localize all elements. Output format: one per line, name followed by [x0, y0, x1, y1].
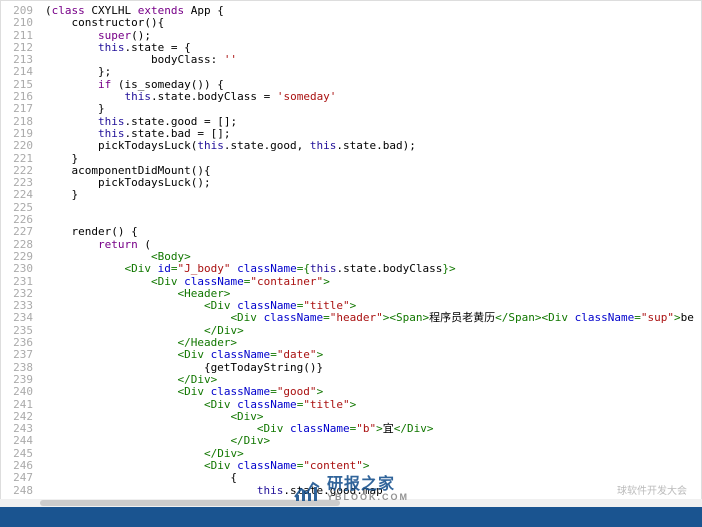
chart-icon — [293, 479, 321, 501]
line-number: 248 — [1, 485, 33, 497]
watermark-text: 研报之家 YBLOOK.COM — [327, 477, 409, 502]
line-number: 220 — [1, 140, 33, 152]
line-number: 221 — [1, 153, 33, 165]
bottom-right-text: 球软件开发大会 — [617, 482, 687, 497]
code-line: pickTodaysLuck(); — [45, 177, 701, 189]
code-line: this.state.bodyClass = 'someday' — [45, 91, 701, 103]
line-number-gutter: 2092102112122132142152162172182192202212… — [1, 1, 41, 501]
line-number: 230 — [1, 263, 33, 275]
line-number: 227 — [1, 226, 33, 238]
line-number: 247 — [1, 472, 33, 484]
code-editor: 2092102112122132142152162172182192202212… — [0, 0, 702, 527]
line-number: 237 — [1, 349, 33, 361]
watermark: 研报之家 YBLOOK.COM — [293, 477, 409, 502]
line-number: 210 — [1, 17, 33, 29]
code-line — [45, 202, 701, 214]
line-number: 241 — [1, 399, 33, 411]
watermark-sub: YBLOOK.COM — [327, 493, 409, 502]
line-number: 224 — [1, 189, 33, 201]
line-number: 214 — [1, 66, 33, 78]
line-number: 244 — [1, 435, 33, 447]
code-line — [45, 214, 701, 226]
code-area: 2092102112122132142152162172182192202212… — [1, 1, 701, 501]
code-line: pickTodaysLuck(this.state.good, this.sta… — [45, 140, 701, 152]
watermark-main: 研报之家 — [327, 477, 409, 493]
line-number: 231 — [1, 276, 33, 288]
code-line: bodyClass: '' — [45, 54, 701, 66]
line-number: 217 — [1, 103, 33, 115]
line-number: 240 — [1, 386, 33, 398]
line-number: 234 — [1, 312, 33, 324]
code-line: } — [45, 189, 701, 201]
code-content[interactable]: (class CXYLHL extends App { constructor(… — [41, 1, 701, 501]
footer-bar — [0, 507, 702, 527]
